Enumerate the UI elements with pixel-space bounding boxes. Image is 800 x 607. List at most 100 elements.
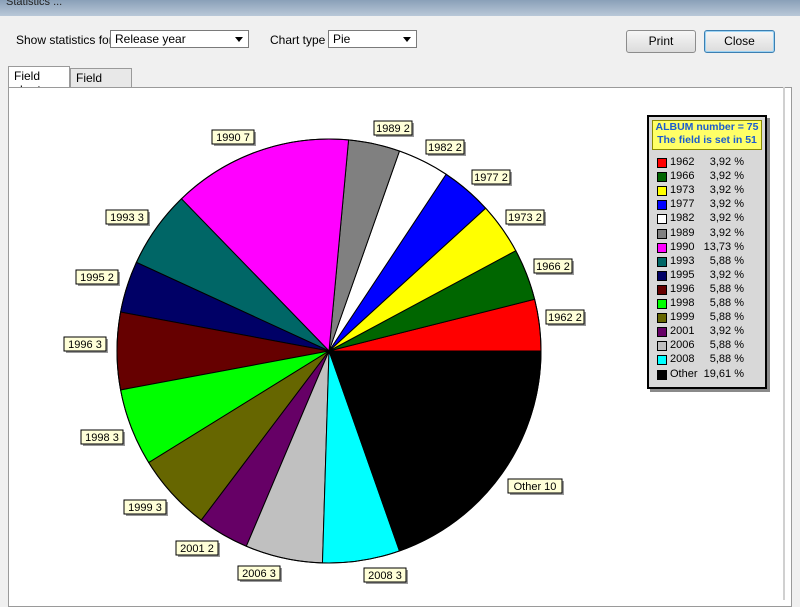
pie-label-text: 1995 2 [80,272,114,284]
legend-percent: 3,92 % [709,198,744,211]
pie-label: 1973 2 [505,209,546,226]
legend-percent: 3,92 % [709,170,744,183]
legend-label: 1966 [670,170,695,183]
pie-label: 1993 3 [105,209,150,226]
pie-label: Other 10 [507,478,564,495]
chart-legend: ALBUM number = 75 The field is set in 51… [647,115,767,389]
legend-label: 1962 [670,156,695,168]
legend-label: 1999 [670,311,695,324]
pie-label: 1962 2 [545,309,586,326]
legend-row: 1995 3,92 % [654,269,764,283]
legend-swatch [657,172,667,183]
legend-label: 1990 [670,240,695,253]
legend-swatch [657,284,667,295]
legend-swatch [657,228,667,239]
legend-percent: 19,61 % [703,367,744,380]
pie-label-text: 2001 2 [180,543,214,555]
legend-percent: 5,88 % [709,311,744,324]
legend-label: 1973 [670,184,695,197]
legend-swatch [657,158,667,168]
legend-row: 1973 3,92 % [654,184,764,198]
pie-label: 1998 3 [80,429,125,446]
pie-label: 2006 3 [237,565,282,582]
pie-label: 1995 2 [75,269,120,286]
pie-label-text: 1996 3 [68,339,102,351]
pie-label-text: 1999 3 [128,502,162,514]
legend-row: 2006 5,88 % [654,339,764,353]
legend-percent: 3,92 % [709,226,744,239]
pie-label: 2001 2 [175,540,220,557]
legend-row: 1998 5,88 % [654,297,764,311]
legend-percent: 5,88 % [709,339,744,352]
pie-label-text: 1993 3 [110,212,144,224]
pie-label-text: 1990 7 [216,132,250,144]
legend-label: 2006 [670,339,695,352]
pie-label-text: 2006 3 [242,568,276,580]
legend-swatch [657,313,667,324]
legend-row: 1999 5,88 % [654,311,764,325]
legend-label: 2001 [670,325,695,338]
pie-label: 1990 7 [211,129,256,146]
legend-album-count: ALBUM number = 75 [655,121,759,133]
legend-header: ALBUM number = 75 The field is set in 51 [652,120,762,150]
legend-label: 1977 [670,198,695,211]
legend-row: 1990 13,73 % [654,241,764,255]
legend-row: 1966 3,92 % [654,170,764,184]
pie-label-text: 1998 3 [85,432,119,444]
legend-percent: 3,92 % [709,184,744,197]
legend-row: 2001 3,92 % [654,325,764,339]
legend-label: 1982 [670,212,695,225]
legend-swatch [657,355,667,366]
pie-label-text: 1989 2 [376,123,410,135]
legend-row: Other 19,61 % [654,368,764,382]
pie-label: 2008 3 [363,567,408,584]
legend-row: 2008 5,88 % [654,353,764,367]
legend-swatch [657,200,667,211]
legend-percent: 13,73 % [703,240,744,253]
legend-label: 2008 [670,353,695,366]
legend-percent: 5,88 % [709,282,744,295]
legend-row: 1962 3,92 % [654,156,764,170]
legend-field-count: The field is set in 51 [657,134,757,146]
legend-swatch [657,242,667,253]
legend-swatch [657,186,667,197]
legend-swatch [657,327,667,338]
pie-label-text: 1962 2 [548,312,582,324]
legend-swatch [657,341,667,352]
legend-percent: 3,92 % [709,156,744,168]
legend-row: 1977 3,92 % [654,198,764,212]
pie-label-text: 1973 2 [508,212,542,224]
legend-label: 1995 [670,268,695,281]
pie-label: 1977 2 [471,169,512,186]
legend-label: 1989 [670,226,695,239]
legend-row: 1996 5,88 % [654,283,764,297]
legend-percent: 3,92 % [709,325,744,338]
legend-row: 1989 3,92 % [654,227,764,241]
pie-label-text: 1966 2 [536,261,570,273]
legend-swatch [657,299,667,309]
legend-percent: 5,88 % [709,254,744,267]
legend-label: 1996 [670,282,695,295]
legend-percent: 5,88 % [709,353,744,366]
legend-swatch [657,369,667,380]
pie-label: 1989 2 [373,120,414,137]
legend-swatch [657,214,667,225]
pie-label: 1966 2 [533,258,574,275]
legend-swatch [657,256,667,267]
legend-row: 1993 5,88 % [654,255,764,269]
pie-label-text: 2008 3 [368,570,402,582]
legend-label: 1998 [670,297,695,309]
legend-percent: 3,92 % [709,212,744,225]
pie-label: 1982 2 [425,139,466,156]
legend-row: 1982 3,92 % [654,212,764,226]
pie-label: 1999 3 [123,499,168,516]
legend-label: Other [670,367,698,380]
pie-label-text: 1982 2 [428,142,462,154]
legend-percent: 5,88 % [709,297,744,309]
pie-label: 1996 3 [63,336,108,353]
legend-label: 1993 [670,254,695,267]
pie-label-text: 1977 2 [474,172,508,184]
pie-label-text: Other 10 [514,481,557,493]
pie-slices [116,138,542,564]
legend-percent: 3,92 % [709,268,744,281]
